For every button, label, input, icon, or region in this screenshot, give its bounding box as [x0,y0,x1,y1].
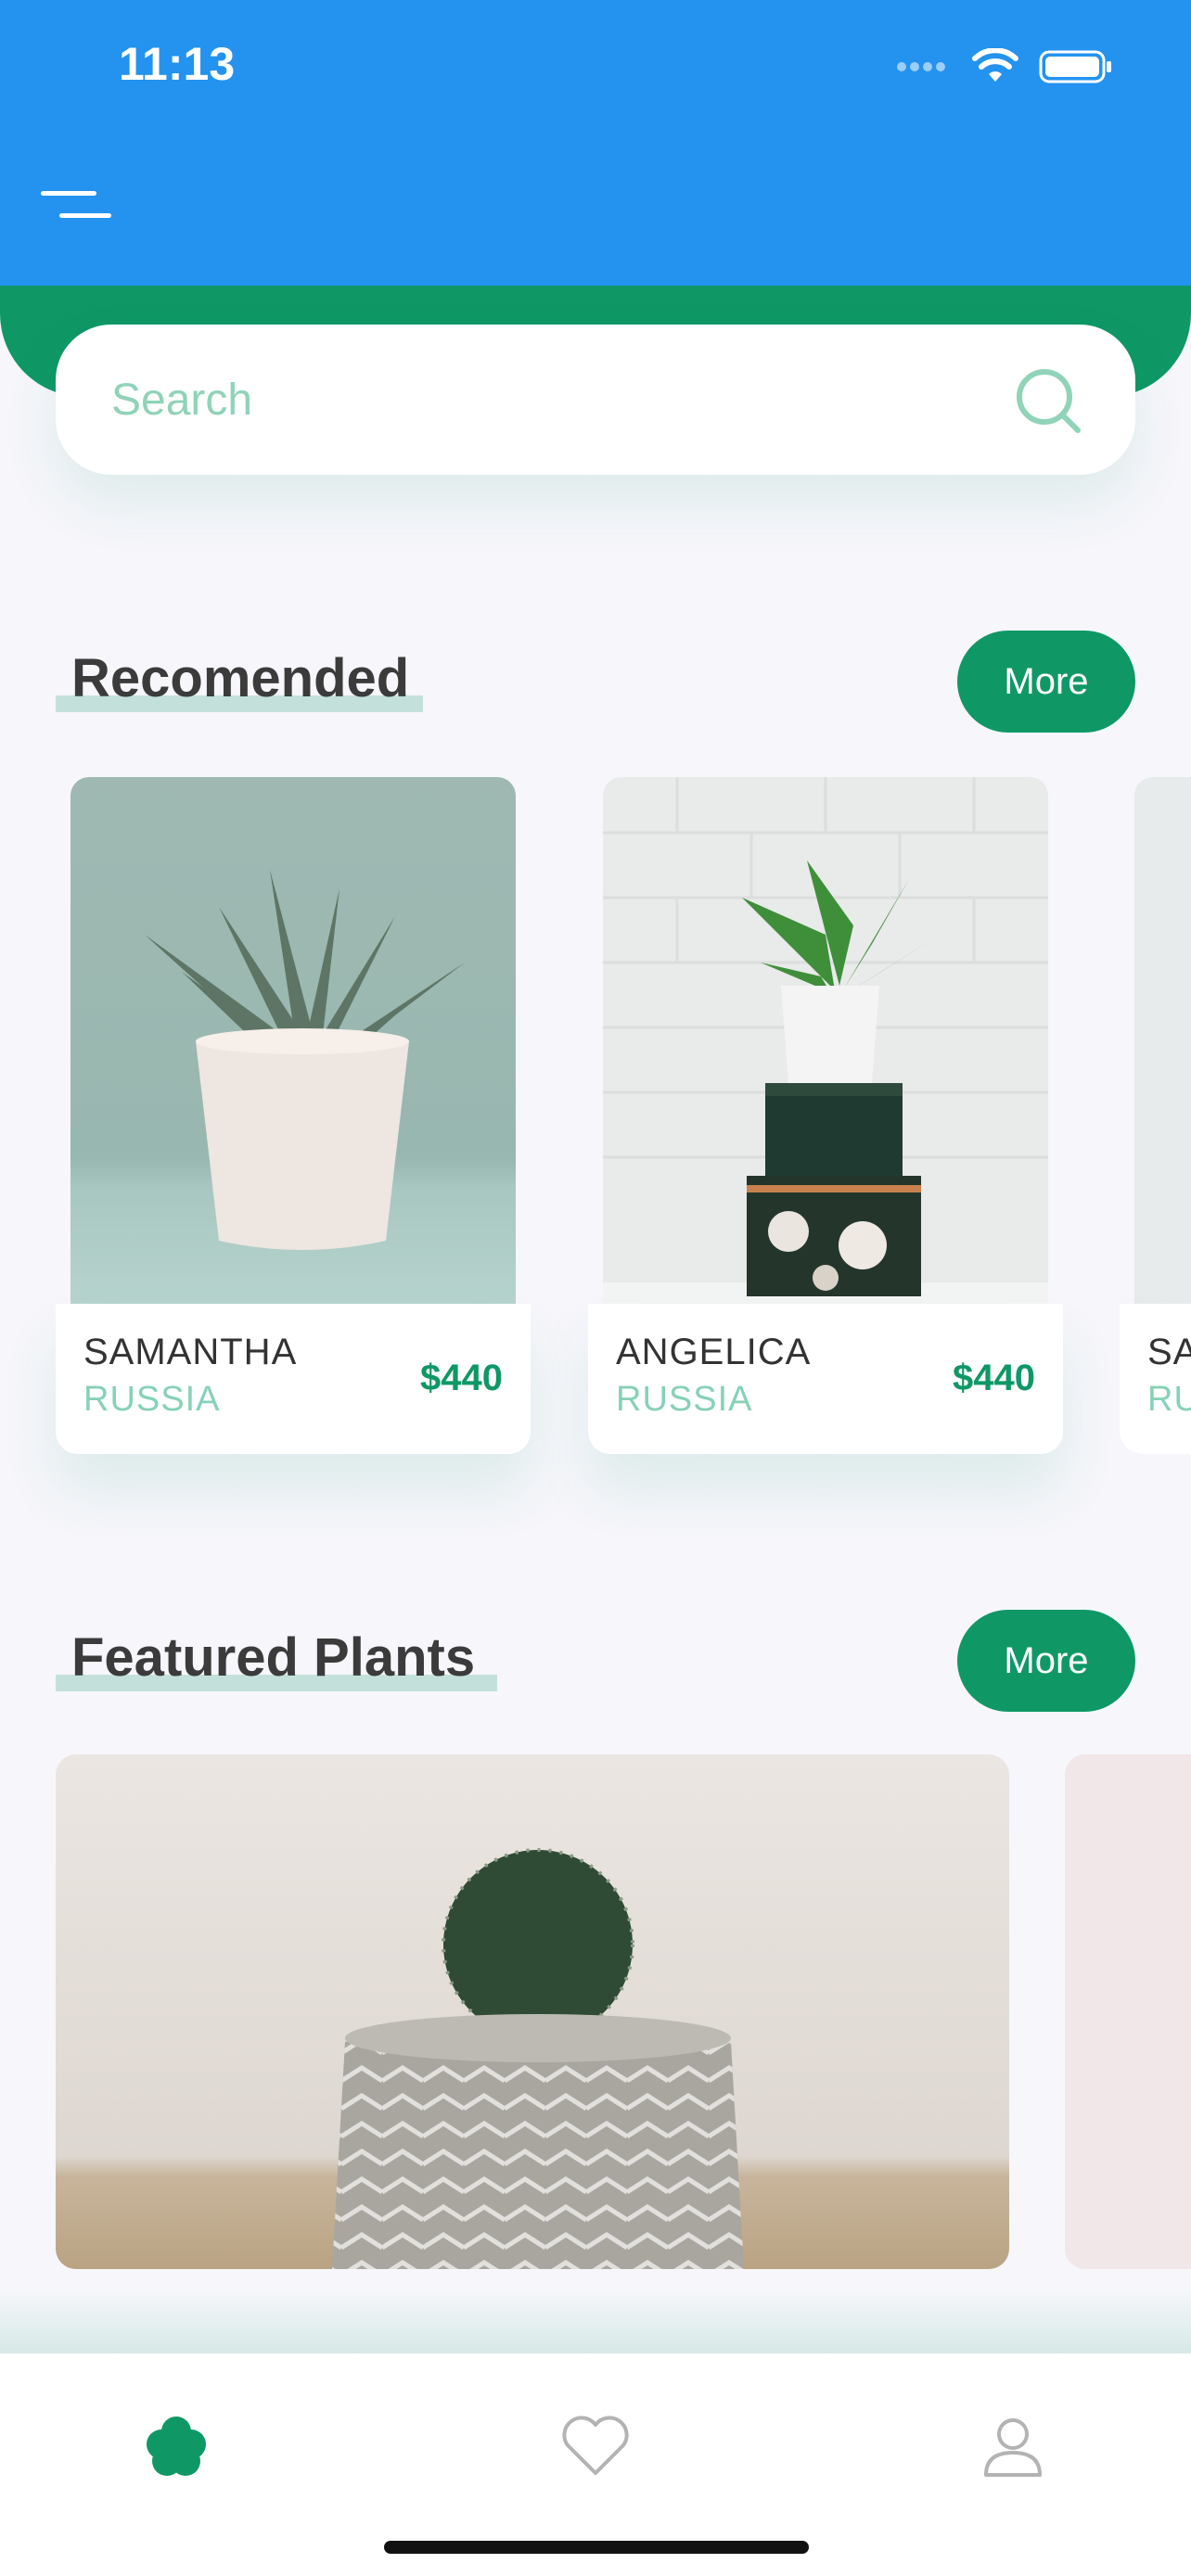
status-time: 11:13 [119,38,236,90]
menu-button[interactable] [41,185,115,226]
featured-title: Featured Plants [71,1627,476,1688]
featured-more-button[interactable]: More [957,1610,1135,1712]
featured-plant-next[interactable] [1065,1754,1191,2269]
card-info: SA RU [1120,1304,1191,1454]
plant-image [70,777,516,1306]
plant-country: RUSSIA [616,1380,753,1419]
recommended-title: Recomended [71,648,410,708]
plant-card[interactable]: ANGELICA RUSSIA $440 [588,777,1063,1454]
plant-name: ANGELICA [616,1332,812,1372]
nav-profile[interactable] [967,2400,1059,2493]
plant-price: $440 [420,1358,503,1398]
status-icons [896,45,1113,89]
card-info: SAMANTHA RUSSIA $440 [56,1304,531,1454]
plant-name: SA [1147,1332,1191,1372]
plant-card[interactable]: SAMANTHA RUSSIA $440 [56,777,531,1454]
card-info: ANGELICA RUSSIA $440 [588,1304,1063,1454]
plant-price: $440 [953,1358,1035,1398]
search-icon[interactable] [1013,365,1083,436]
flower-icon [147,2417,206,2476]
home-indicator [384,2541,809,2554]
plant-country: RUSSIA [83,1380,221,1419]
featured-plant-image[interactable] [56,1754,1009,2269]
wifi-icon [972,48,1018,82]
nav-favorites[interactable] [549,2400,642,2493]
nav-home[interactable] [130,2400,223,2493]
signal-icon [897,62,945,71]
plant-image [1134,777,1191,1306]
bottom-glow [0,2290,1191,2355]
search-input[interactable] [111,325,946,475]
search-bar[interactable] [56,325,1135,475]
plant-card[interactable]: SA RU [1120,777,1191,1454]
menu-icon [41,191,96,196]
recommended-more-button[interactable]: More [957,631,1135,733]
heart-icon [562,2416,629,2475]
user-icon [984,2418,1042,2477]
plant-image [603,777,1048,1306]
plant-name: SAMANTHA [83,1332,298,1372]
battery-icon [1039,50,1111,83]
app-bar: 11:13 [0,0,1191,287]
plant-country: RU [1147,1380,1191,1419]
